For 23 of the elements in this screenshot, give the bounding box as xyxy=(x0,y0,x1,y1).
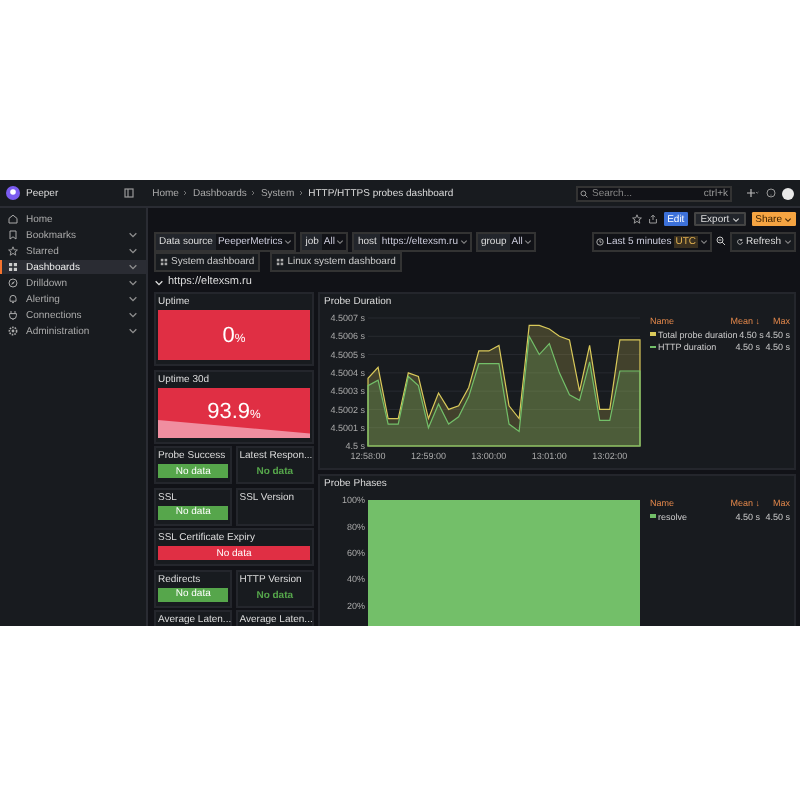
help-icon[interactable] xyxy=(766,188,776,198)
grid-icon xyxy=(8,262,18,272)
zoom-out-icon[interactable] xyxy=(716,236,727,246)
chevron-icon xyxy=(783,237,791,245)
bookmark-icon xyxy=(8,230,18,240)
logo-icon xyxy=(6,186,20,200)
home-icon xyxy=(8,214,18,224)
grid-icon xyxy=(276,258,285,266)
compass-icon xyxy=(8,278,18,288)
plus-icon[interactable] xyxy=(746,188,760,198)
star-icon[interactable] xyxy=(631,214,642,224)
clock-icon xyxy=(596,237,605,245)
bell-icon xyxy=(8,294,18,304)
share-icon[interactable] xyxy=(647,214,658,224)
grid-icon xyxy=(160,258,168,266)
chevron-icon xyxy=(699,237,708,245)
avatar-icon[interactable] xyxy=(782,187,794,199)
refresh-icon xyxy=(735,237,744,245)
star-icon xyxy=(8,246,18,256)
gear-icon xyxy=(8,326,18,336)
search-icon xyxy=(580,189,588,197)
panel-toggle-icon[interactable] xyxy=(124,188,135,198)
plug-icon xyxy=(8,310,18,320)
